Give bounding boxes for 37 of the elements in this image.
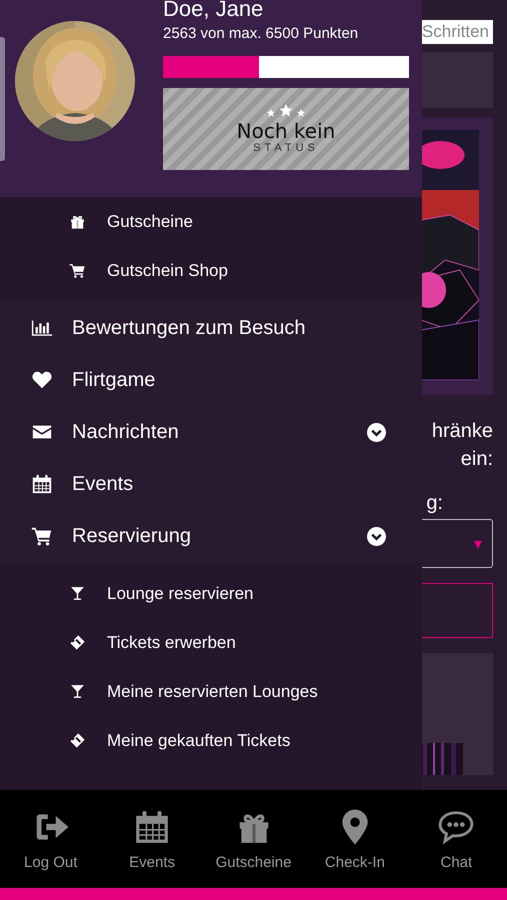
search-field[interactable]: Schritten: [422, 20, 493, 44]
form-text: ein:: [460, 447, 493, 472]
status-subtitle: STATUS: [253, 142, 319, 154]
ticket-icon: [69, 732, 86, 749]
nav-tab[interactable]: Gutscheine: [202, 790, 304, 888]
status-title: Noch kein: [236, 120, 336, 142]
menu-item[interactable]: Meine gekauften Tickets: [0, 716, 422, 765]
chevron-down-icon[interactable]: [367, 526, 386, 546]
cocktail-glass-icon: [69, 683, 86, 700]
dropdown-field[interactable]: ▾: [422, 519, 493, 568]
menu-item[interactable]: Nachrichten: [0, 406, 422, 458]
scroll-handle[interactable]: [0, 37, 5, 161]
menu-item[interactable]: Reservierung: [0, 510, 422, 562]
cart-icon: [31, 525, 53, 547]
menu-item[interactable]: Flirtgame: [0, 354, 422, 406]
menu-item[interactable]: Tickets erwerben: [0, 618, 422, 667]
points-text: 2563 von max. 6500 Punkten: [163, 25, 360, 42]
gift-icon: [69, 213, 86, 230]
nav-tab[interactable]: Events: [101, 790, 203, 888]
nav-tab[interactable]: Chat: [406, 790, 507, 888]
calendar-icon: [31, 473, 53, 495]
nav-tab[interactable]: Check-In: [304, 790, 406, 888]
menu-item[interactable]: Events: [0, 458, 422, 510]
ticket-icon: [69, 634, 86, 651]
user-name: Doe, Jane: [163, 0, 264, 19]
cocktail-glass-icon: [69, 585, 86, 602]
menu-item[interactable]: Meine reservierten Lounges: [0, 667, 422, 716]
menu-item[interactable]: Bewertungen zum Besuch: [0, 302, 422, 354]
form-text: hränke: [432, 419, 493, 444]
chevron-down-icon[interactable]: [367, 422, 386, 442]
field-label: g:: [426, 491, 443, 516]
menu-item[interactable]: Lounge reservieren: [0, 569, 422, 618]
heart-icon: [31, 369, 53, 391]
nav-tab[interactable]: Log Out: [0, 790, 102, 888]
menu-item[interactable]: Gutscheine: [0, 197, 422, 246]
menu-item[interactable]: Gutschein Shop: [0, 246, 422, 295]
cart-icon: [69, 262, 86, 279]
